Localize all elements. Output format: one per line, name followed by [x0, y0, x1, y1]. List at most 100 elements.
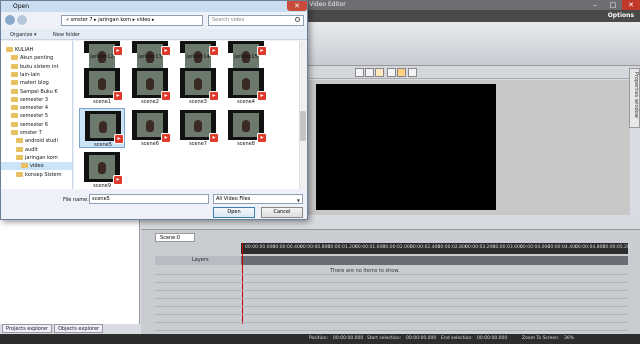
chevron-down-icon: ▼ [296, 198, 300, 203]
new-folder-button[interactable]: New folder [53, 32, 80, 38]
paste-icon[interactable] [397, 68, 406, 77]
cancel-button[interactable]: Cancel [261, 207, 303, 218]
tree-item[interactable]: KULIAH [1, 46, 72, 54]
folder-icon [16, 138, 23, 144]
cut-icon[interactable] [375, 68, 384, 77]
file-tile[interactable]: ▸ jarkom15 [223, 41, 269, 68]
properties-window-tab[interactable]: Properties window [629, 68, 640, 128]
thumbnail-frame [233, 71, 259, 95]
dialog-titlebar [1, 1, 307, 12]
video-thumbnail: ▸ [180, 68, 219, 101]
file-name: scene5 [94, 142, 112, 148]
view-options[interactable] [253, 31, 303, 39]
file-name: scene1 [93, 99, 111, 105]
tree-item-label: audit [25, 146, 38, 153]
file-tile[interactable]: ▸ scene4 [223, 66, 269, 106]
zoom-value: 36% [564, 336, 575, 341]
timeline-ruler[interactable]: 00:00:00.000 00:00:00.400 00:00:00.800 00:0… [241, 243, 633, 254]
file-tile[interactable]: ▸ scene9 [79, 150, 125, 190]
tree-item[interactable]: Akun penting [1, 54, 72, 62]
timeline-track[interactable] [241, 256, 628, 265]
position-label: Position: [309, 336, 329, 341]
back-arrow-icon[interactable] [5, 15, 15, 25]
address-bar[interactable]: « smster 7 ▸ jaringan kom ▸ video ▸ [61, 15, 203, 26]
tree-item[interactable]: semester 5 [1, 112, 72, 120]
file-tile[interactable]: ▸ scene5 [79, 108, 125, 148]
forward-arrow-icon[interactable] [17, 15, 27, 25]
file-tile[interactable]: ▸ scene3 [175, 66, 221, 106]
tree-item[interactable]: jaringan kom [1, 154, 72, 162]
maximize-button[interactable]: □ [604, 0, 622, 10]
tree-item[interactable]: materi blog [1, 79, 72, 87]
search-placeholder: Search video [212, 17, 245, 23]
file-name: scene3 [189, 99, 207, 105]
folder-icon [11, 88, 18, 94]
options-button[interactable]: Options [608, 12, 634, 19]
file-name-input[interactable]: scene5 [89, 194, 209, 204]
folder-icon [11, 63, 18, 69]
start-selection-value: 00:00:00.000 [406, 336, 437, 341]
file-tile[interactable]: ▸ scene1 [79, 66, 125, 106]
search-icon [295, 17, 300, 22]
file-tile[interactable]: ▸ scene6 [127, 108, 173, 148]
scrollbar-thumb[interactable] [300, 111, 306, 141]
tree-item[interactable]: Sampel Buku K [1, 88, 72, 96]
timeline-gridline [155, 274, 628, 275]
folder-icon [11, 55, 18, 61]
playhead[interactable] [242, 243, 243, 324]
tab-projects-explorer[interactable]: Projects explorer [2, 324, 52, 333]
video-thumbnail: ▸ [85, 111, 124, 144]
thumbnail-face [98, 162, 106, 174]
minimize-button[interactable]: – [586, 0, 604, 10]
file-type-select[interactable]: All Video Files ▼ [213, 194, 303, 204]
redo-icon[interactable] [365, 68, 374, 77]
tree-item-label: video [30, 163, 44, 170]
video-thumbnail: ▸ [228, 68, 267, 101]
ruler-tick-label: 00:00:03.600 [492, 245, 523, 250]
tree-item[interactable]: android studi [1, 137, 72, 145]
ruler-tick-label: 00:00:01.600 [355, 245, 386, 250]
tree-item[interactable]: audit [1, 146, 72, 154]
tree-item[interactable]: semester 6 [1, 121, 72, 129]
undo-icon[interactable] [355, 68, 364, 77]
open-button[interactable]: Open [213, 207, 255, 218]
thumbnail-face [99, 121, 107, 133]
search-input[interactable]: Search video [208, 15, 304, 26]
tree-item-label: smster 7 [20, 130, 42, 136]
file-tile[interactable]: ▸ scene8 [223, 108, 269, 148]
tree-item-label: semester 5 [20, 113, 49, 120]
tree-item[interactable]: video [1, 162, 72, 171]
open-dialog: Open ✕ « smster 7 ▸ jaringan kom ▸ video… [0, 0, 308, 220]
timeline-gridline [155, 282, 628, 283]
thumbnail-face [194, 120, 202, 132]
folder-icon [21, 163, 28, 169]
file-tile[interactable]: ▸ jarkom13 [127, 41, 173, 68]
zoom-label[interactable]: Zoom To Screen [522, 336, 558, 341]
layers-label: Layers [192, 257, 209, 263]
copy-icon[interactable] [387, 68, 396, 77]
organize-button[interactable]: Organize ▾ [10, 32, 37, 38]
file-tile[interactable]: ▸ jarkom12 [79, 41, 125, 68]
file-tile[interactable]: ▸ scene7 [175, 108, 221, 148]
dialog-close-button[interactable]: ✕ [287, 1, 307, 11]
thumbnail-frame [90, 114, 116, 138]
close-window-button[interactable]: ✕ [622, 0, 640, 10]
file-list: ▸ jarkom12 ▸ jarkom13 ▸ jarkom14 ▸ jarkom15 ▸ sce… [74, 41, 299, 189]
folder-tree: KULIAH Akun penting buku sistem int lain-la… [1, 41, 73, 189]
tree-item[interactable]: konsep Sistem [1, 171, 72, 179]
file-tile[interactable]: ▸ jarkom14 [175, 41, 221, 68]
properties-tab-label: Properties window [633, 72, 639, 118]
file-tile[interactable]: ▸ scene2 [127, 66, 173, 106]
tree-item[interactable]: buku sistem int [1, 63, 72, 71]
delete-icon[interactable] [408, 68, 417, 77]
tree-item[interactable]: lain-lain [1, 71, 72, 79]
tab-objects-explorer[interactable]: Objects explorer [53, 324, 104, 333]
tree-item-label: semester 3 [20, 96, 49, 103]
thumbnail-frame [185, 113, 211, 137]
folder-icon [11, 71, 18, 77]
status-left [0, 334, 141, 344]
tree-item[interactable]: semester 4 [1, 104, 72, 112]
scene-tab[interactable]: Scene:0 [155, 233, 195, 242]
tree-item[interactable]: smster 7 [1, 129, 72, 137]
tree-item[interactable]: semester 3 [1, 96, 72, 104]
